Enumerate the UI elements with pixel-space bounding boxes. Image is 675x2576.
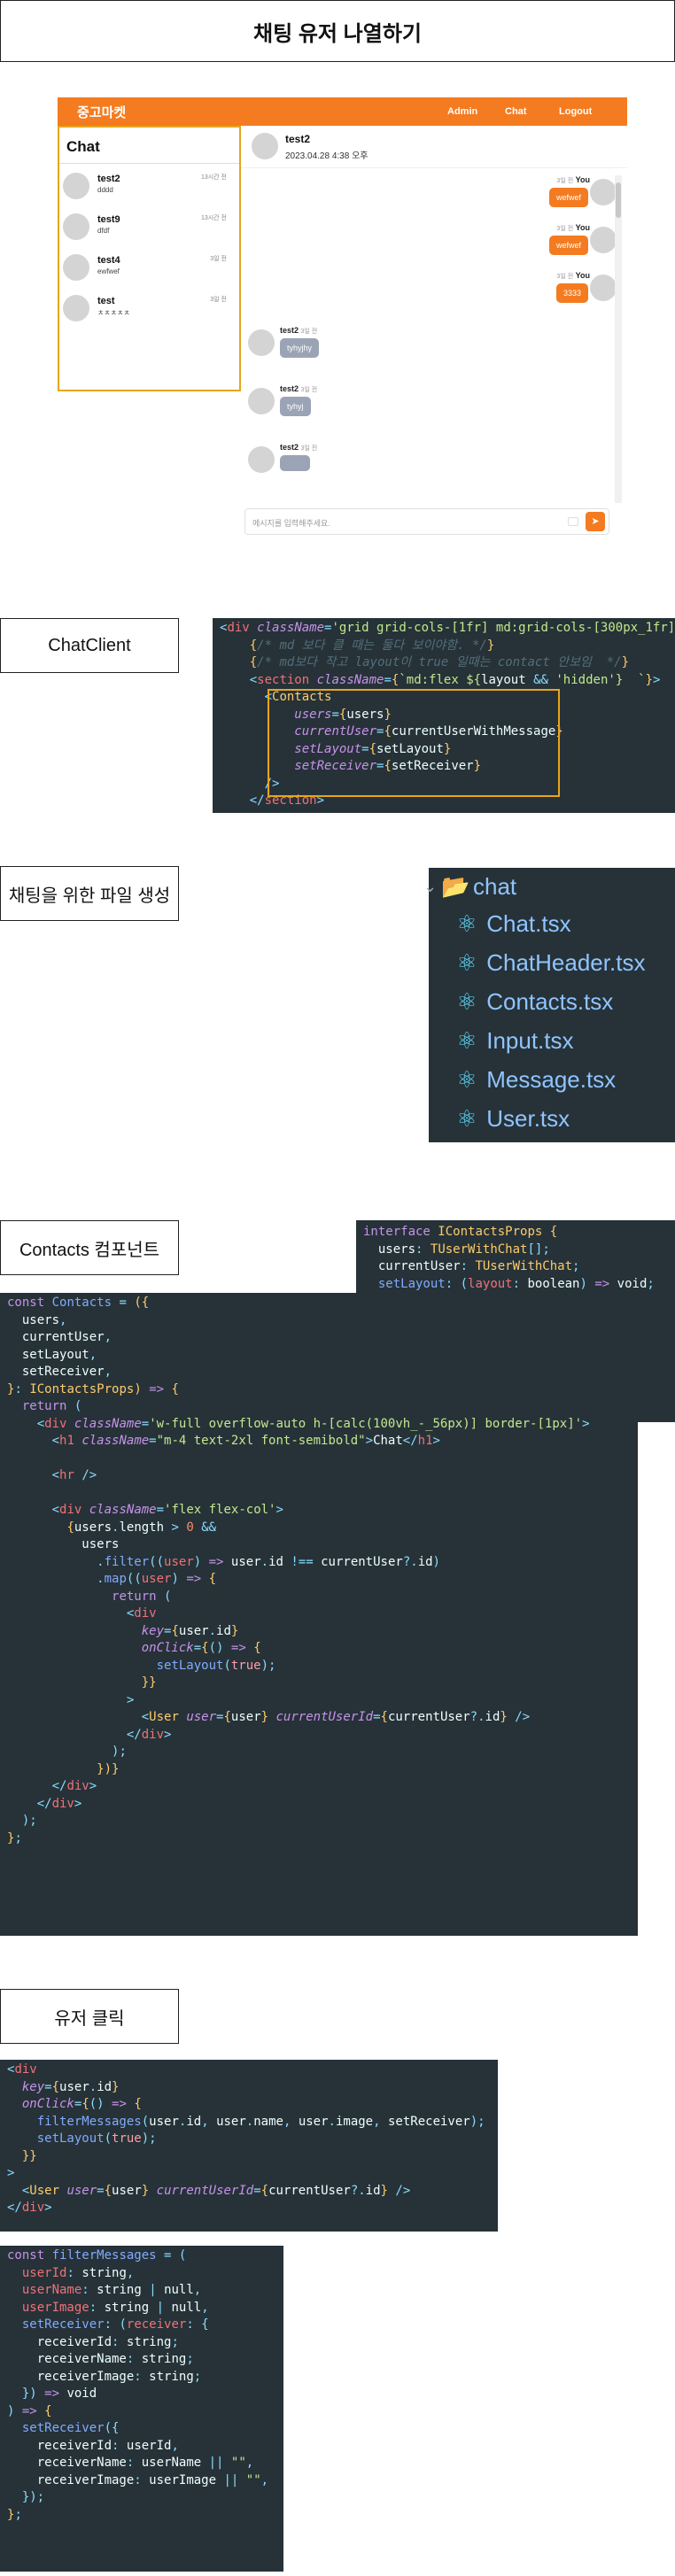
page-title-box: 채팅 유저 나열하기 [0, 0, 675, 62]
react-icon: ⚛ [456, 949, 477, 976]
avatar [63, 254, 89, 281]
contact-time: 3일 전 [210, 297, 227, 303]
section-label: 유저 클릭 [54, 2008, 125, 2029]
section-label: 채팅을 위한 파일 생성 [8, 886, 171, 906]
file-name: Message.tsx [486, 1066, 617, 1093]
file-name: Contacts.tsx [486, 988, 614, 1015]
section-label: ChatClient [48, 635, 131, 655]
code-filter-messages: const filterMessages = ( userId: string,… [0, 2246, 283, 2572]
contact-name: test [97, 296, 115, 306]
message-meta: 3일 전 You [556, 223, 590, 232]
folder-icon: 📂 [441, 873, 470, 900]
file-name: Chat.tsx [486, 910, 571, 937]
message-list[interactable]: 3일 전 You wefwef 3일 전 You wefwef 3일 전 You… [241, 168, 627, 505]
message-meta: 3일 전 You [556, 175, 590, 184]
message-meta: 3일 전 You [556, 271, 590, 280]
message-bubble-other: tyhyjhy [280, 338, 320, 358]
chevron-down-icon: ⌄ [423, 878, 438, 895]
contact-name: test2 [97, 174, 120, 184]
avatar [252, 133, 278, 159]
avatar [248, 329, 275, 356]
contact-item[interactable]: test2 dddd 13시간 전 [59, 164, 239, 205]
message-bubble-other: tyhyj [280, 397, 311, 416]
send-button[interactable]: ➤ [586, 512, 605, 531]
contact-last-message: dfdf [97, 227, 110, 235]
file-row[interactable]: ⚛ Contacts.tsx [454, 988, 613, 1016]
scrollbar-thumb[interactable] [616, 182, 621, 218]
react-icon: ⚛ [456, 1027, 477, 1054]
contact-time: 13시간 전 [200, 215, 227, 221]
nav-admin[interactable]: Admin [447, 106, 477, 117]
input-bar: 메시지를 입력해주세요. ➤ [241, 505, 627, 540]
avatar [590, 179, 617, 205]
chat-header-name: test2 [285, 133, 311, 145]
message-meta: test2 3일 전 [280, 326, 318, 335]
chat-app: 중고마켓 Admin Chat Logout Chat test2 dddd 1… [58, 97, 627, 540]
contact-name: test9 [97, 214, 120, 225]
react-icon: ⚛ [456, 988, 477, 1015]
nav-logout[interactable]: Logout [559, 106, 592, 117]
contact-time: 3일 전 [210, 256, 227, 262]
folder-row[interactable]: ⌄ 📂 chat [423, 873, 516, 901]
contacts-title: Chat [66, 138, 100, 155]
contact-last-message: ewfwef [97, 267, 120, 275]
nav-chat[interactable]: Chat [505, 106, 526, 117]
contacts-panel: Chat test2 dddd 13시간 전 test9 dfdf 13시간 전… [58, 126, 241, 391]
file-name: User.tsx [486, 1105, 570, 1132]
avatar [590, 227, 617, 253]
react-icon: ⚛ [456, 1105, 477, 1132]
code-contacts-component: const Contacts = ({ users, currentUser, … [0, 1293, 638, 1936]
message-bubble-mine: wefwef [548, 188, 588, 207]
avatar [63, 295, 89, 321]
file-row[interactable]: ⚛ User.tsx [454, 1105, 570, 1133]
contacts-label-box: Contacts 컴포넌트 [0, 1220, 179, 1275]
contact-item[interactable]: test4 ewfwef 3일 전 [59, 245, 239, 286]
contact-item[interactable]: test9 dfdf 13시간 전 [59, 205, 239, 245]
contact-name: test4 [97, 255, 120, 266]
file-tree: ⌄ 📂 chat ⚛ Chat.tsx ⚛ ChatHeader.tsx ⚛ C… [423, 868, 675, 1142]
send-icon: ➤ [591, 516, 600, 527]
chat-header-date: 2023.04.28 4:38 오후 [285, 151, 369, 161]
message-meta: test2 3일 전 [280, 443, 318, 452]
chat-panel: test2 2023.04.28 4:38 오후 3일 전 You wefwef… [241, 126, 627, 540]
code-user-click: <div key={user.id} onClick={() => { filt… [0, 2060, 498, 2232]
scrollbar[interactable] [615, 175, 622, 503]
react-icon: ⚛ [456, 1066, 477, 1093]
brand-logo[interactable]: 중고마켓 [77, 103, 126, 121]
avatar [63, 213, 89, 240]
files-label-box: 채팅을 위한 파일 생성 [0, 866, 179, 921]
avatar [590, 275, 617, 301]
contact-time: 13시간 전 [200, 174, 227, 181]
contact-item[interactable]: test ㅊㅊㅊㅊㅊ 3일 전 [59, 286, 239, 327]
message-input[interactable]: 메시지를 입력해주세요. [244, 508, 609, 535]
navbar: 중고마켓 Admin Chat Logout [58, 97, 627, 126]
section-label: Contacts 컴포넌트 [19, 1240, 160, 1260]
image-icon[interactable] [568, 517, 578, 526]
highlight-box [268, 689, 560, 797]
file-row[interactable]: ⚛ ChatHeader.tsx [454, 949, 645, 977]
chatclient-label-box: ChatClient [0, 618, 179, 673]
page-title: 채팅 유저 나열하기 [253, 21, 422, 46]
message-meta: test2 3일 전 [280, 384, 318, 393]
message-bubble-other [280, 455, 310, 471]
avatar [248, 446, 275, 473]
file-row[interactable]: ⚛ Chat.tsx [454, 910, 571, 938]
userclick-label-box: 유저 클릭 [0, 1989, 179, 2044]
message-bubble-mine: 3333 [555, 283, 588, 303]
folder-name: chat [473, 873, 517, 900]
chat-header: test2 2023.04.28 4:38 오후 [241, 126, 627, 168]
avatar [63, 173, 89, 199]
avatar [248, 388, 275, 414]
file-name: ChatHeader.tsx [486, 949, 646, 976]
message-bubble-mine: wefwef [548, 236, 588, 255]
contact-last-message: dddd [97, 186, 113, 194]
file-row[interactable]: ⚛ Message.tsx [454, 1066, 616, 1094]
file-row[interactable]: ⚛ Input.tsx [454, 1027, 574, 1055]
contact-last-message: ㅊㅊㅊㅊㅊ [97, 309, 130, 317]
file-name: Input.tsx [486, 1027, 574, 1054]
react-icon: ⚛ [456, 910, 477, 937]
